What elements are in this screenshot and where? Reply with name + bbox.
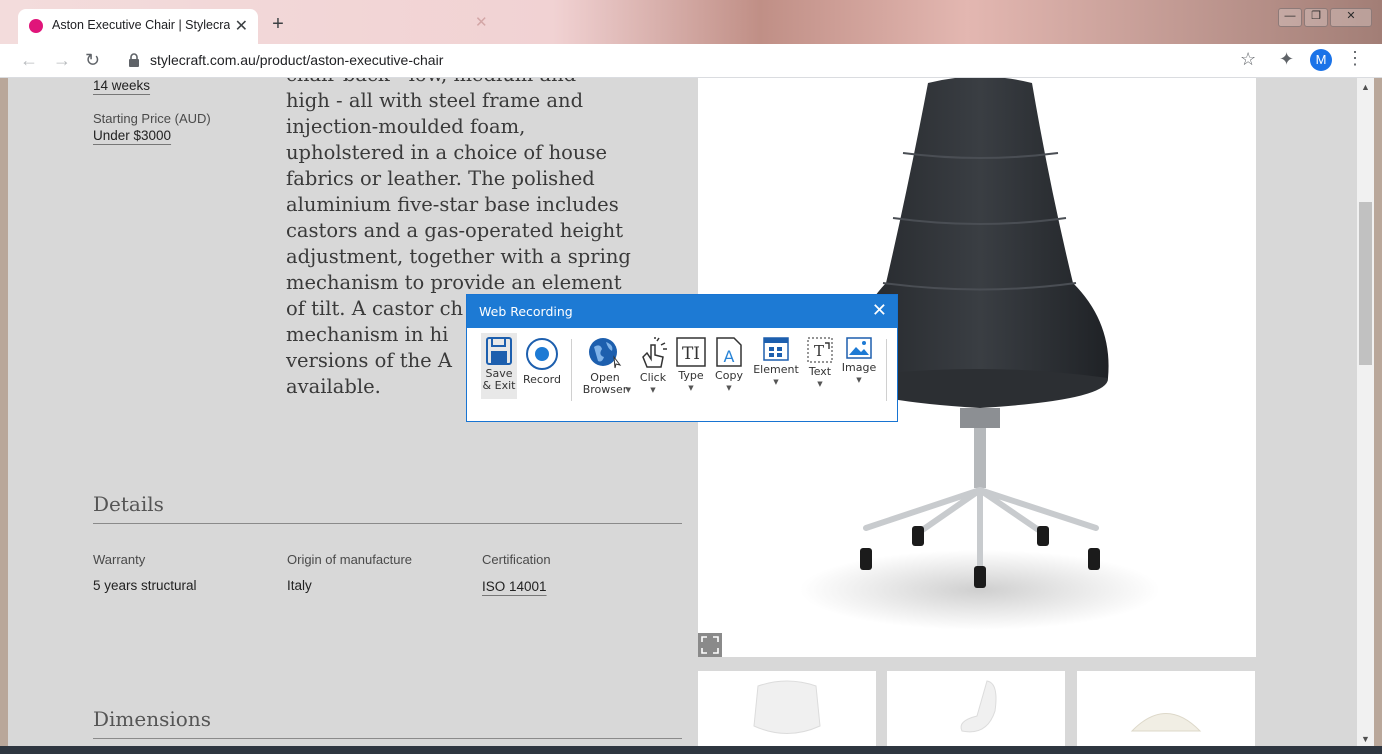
bookmark-star-icon[interactable]: ☆ (1240, 49, 1256, 70)
window-controls: — ❐ ✕ (1278, 8, 1372, 27)
expand-fullscreen-icon[interactable] (698, 633, 722, 657)
open-browser-label: Open Browser (582, 371, 628, 396)
lead-time-value[interactable]: 14 weeks (93, 78, 150, 93)
type-icon: TI (676, 337, 706, 367)
type-button[interactable]: TI Type ▼ (673, 337, 709, 394)
warranty-value: 5 years structural (93, 578, 197, 593)
record-icon (526, 338, 558, 370)
text-button[interactable]: T Text ▼ (803, 337, 837, 390)
element-dropdown-icon[interactable]: ▼ (751, 376, 801, 388)
profile-avatar[interactable]: M (1310, 49, 1332, 71)
certification-label: Certification (482, 552, 551, 567)
svg-text:A: A (724, 347, 735, 366)
image-button[interactable]: Image ▼ (839, 337, 879, 386)
scrollbar-thumb[interactable] (1359, 202, 1372, 365)
globe-icon (589, 338, 622, 369)
dialog-header: Web Recording ✕ (467, 295, 897, 328)
details-divider (93, 523, 682, 524)
open-browser-dropdown-icon[interactable]: ▼ (626, 384, 631, 396)
svg-text:TI: TI (682, 344, 700, 364)
toolbar-separator (886, 339, 887, 401)
os-taskbar (0, 746, 1382, 754)
dimensions-heading: Dimensions (93, 707, 211, 731)
starting-price-value[interactable]: Under $3000 (93, 128, 171, 143)
description-line: fabrics or leather. The polished (286, 167, 595, 190)
image-label: Image (841, 361, 877, 374)
record-label: Record (522, 373, 561, 386)
starting-price-label: Starting Price (AUD) (93, 111, 211, 126)
element-icon (763, 337, 789, 361)
description-line: injection-moulded foam, (286, 115, 526, 138)
type-dropdown-icon[interactable]: ▼ (673, 382, 709, 394)
save-exit-label: Save & Exit (482, 367, 516, 392)
browser-tab-active[interactable]: Aston Executive Chair | Stylecraft ✕ (18, 9, 258, 44)
tab-title: Aston Executive Chair | Stylecraft (52, 18, 230, 32)
copy-dropdown-icon[interactable]: ▼ (711, 382, 747, 394)
extensions-puzzle-icon[interactable]: ✦ (1279, 49, 1294, 70)
origin-value: Italy (287, 578, 312, 593)
origin-label: Origin of manufacture (287, 552, 413, 567)
click-icon (642, 337, 667, 368)
element-button[interactable]: Element ▼ (751, 337, 801, 388)
type-label: Type (678, 369, 704, 382)
description-line: adjustment, together with a spring (286, 245, 631, 268)
address-bar[interactable]: stylecraft.com.au/product/aston-executiv… (150, 52, 443, 68)
dialog-close-icon[interactable]: ✕ (872, 300, 887, 321)
new-tab-button[interactable]: + (266, 14, 290, 36)
description-line: upholstered in a choice of house (286, 141, 607, 164)
background-tab-close-icon[interactable]: ✕ (475, 13, 488, 31)
record-button[interactable]: Record (521, 337, 563, 386)
text-icon: T (807, 337, 833, 363)
stylecraft-favicon-icon (29, 19, 43, 33)
dialog-title: Web Recording (479, 304, 573, 319)
copy-button[interactable]: A Copy ▼ (711, 337, 747, 394)
certification-value[interactable]: ISO 14001 (482, 579, 547, 594)
svg-text:T: T (814, 342, 824, 360)
page-scrollbar[interactable]: ▲ ▼ (1357, 78, 1374, 746)
product-thumbnail[interactable] (698, 671, 876, 754)
click-dropdown-icon[interactable]: ▼ (635, 384, 671, 396)
browser-toolbar: ← → ↻ stylecraft.com.au/product/aston-ex… (0, 44, 1382, 78)
copy-icon: A (716, 337, 742, 367)
description-line: high - all with steel frame and (286, 89, 584, 112)
dimensions-divider (93, 738, 682, 739)
minimize-icon[interactable]: — (1278, 8, 1302, 27)
click-button[interactable]: Click ▼ (635, 337, 671, 396)
browser-menu-icon[interactable]: ⋮ (1346, 48, 1364, 69)
text-dropdown-icon[interactable]: ▼ (803, 378, 837, 390)
forward-arrow-icon[interactable]: → (53, 50, 71, 71)
image-icon (846, 337, 872, 359)
description-line: castors and a gas-operated height (286, 219, 624, 242)
window-titlebar: Aston Executive Chair | Stylecraft ✕ + ✕… (0, 0, 1382, 44)
product-thumbnail[interactable] (887, 671, 1065, 754)
browser-tab-background[interactable] (294, 14, 489, 36)
reload-icon[interactable]: ↻ (85, 50, 100, 71)
scroll-down-arrow-icon[interactable]: ▼ (1361, 734, 1370, 744)
details-heading: Details (93, 492, 164, 516)
description-line: mechanism to provide an element (286, 271, 622, 294)
save-icon (486, 337, 512, 365)
element-label: Element (753, 363, 799, 376)
image-dropdown-icon[interactable]: ▼ (839, 374, 879, 386)
tab-close-icon[interactable]: ✕ (235, 16, 248, 36)
lock-icon[interactable] (126, 52, 142, 68)
scroll-up-arrow-icon[interactable]: ▲ (1361, 82, 1370, 92)
window-close-icon[interactable]: ✕ (1330, 8, 1372, 27)
description-line: chair back - low, medium and (286, 78, 686, 88)
save-exit-button[interactable]: Save & Exit (481, 337, 517, 392)
toolbar-separator (571, 339, 572, 401)
text-label: Text (808, 365, 832, 378)
warranty-label: Warranty (93, 552, 146, 567)
open-browser-button[interactable]: Open Browser ▼ (579, 337, 631, 396)
web-recording-dialog: Web Recording ✕ Save & Exit Record Open … (466, 294, 898, 422)
back-arrow-icon[interactable]: ← (20, 50, 38, 71)
copy-label: Copy (715, 369, 743, 382)
product-thumbnail[interactable] (1077, 671, 1255, 754)
click-label: Click (639, 371, 667, 384)
restore-icon[interactable]: ❐ (1304, 8, 1328, 27)
description-line: aluminium five-star base includes (286, 193, 619, 216)
